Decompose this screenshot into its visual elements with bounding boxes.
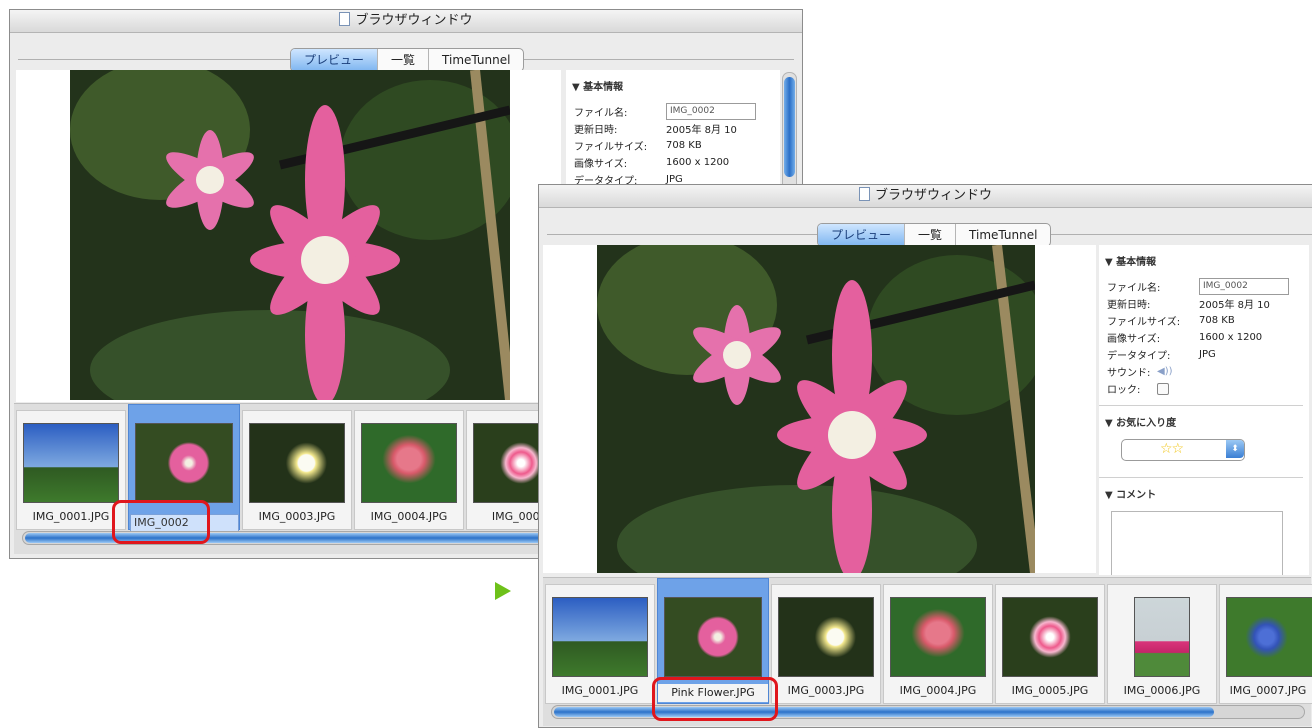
info-scroll-thumb[interactable] (784, 77, 795, 177)
preview-image (597, 245, 1047, 573)
lock-checkbox[interactable] (1157, 382, 1169, 395)
preview-area (543, 245, 1096, 573)
value-datatype: JPG (1199, 349, 1216, 360)
label-filesize: ファイルサイズ: (574, 142, 648, 153)
thumbnail-label: IMG_0007.JPG (1229, 684, 1307, 697)
label-filename: ファイル名: (574, 108, 628, 119)
value-imagesize: 1600 x 1200 (666, 157, 730, 168)
value-imagesize: 1600 x 1200 (1199, 332, 1263, 343)
label-lock: ロック: (1107, 385, 1141, 396)
thumbnail-item[interactable]: IMG_0001.JPG (16, 410, 126, 530)
highlight-box-after (652, 677, 778, 721)
section-comment: ▼ コメント (1105, 490, 1157, 501)
info-panel: ▼ 基本情報 ファイル名: IMG_0002 更新日時: 2005年 8月 10 フ… (566, 70, 780, 198)
document-icon (858, 187, 870, 201)
section-basic-info: ▼ 基本情報 (1105, 257, 1157, 268)
comment-textarea[interactable] (1111, 511, 1283, 575)
thumbnail-label: IMG_0003.JPG (787, 684, 865, 697)
value-filesize: 708 KB (666, 140, 702, 151)
tab-timetunnel[interactable]: TimeTunnel (429, 49, 523, 71)
transition-arrow-icon (495, 582, 511, 600)
value-filesize: 708 KB (1199, 315, 1235, 326)
view-tabs: プレビュー 一覧 TimeTunnel (290, 48, 525, 72)
thumbnail-item[interactable]: IMG_0003.JPG (242, 410, 352, 530)
thumbnail-item[interactable]: IMG_0001.JPG (545, 584, 655, 704)
window-title: ブラウザウィンドウ (355, 13, 473, 28)
window-titlebar[interactable]: ブラウザウィンドウ (539, 185, 1312, 208)
favorite-rating-select[interactable]: ☆☆ ⬍ (1121, 439, 1245, 461)
document-icon (339, 12, 351, 26)
tab-preview[interactable]: プレビュー (818, 224, 906, 246)
label-filesize: ファイルサイズ: (1107, 317, 1181, 328)
thumbnail-label: IMG_0005.JPG (1011, 684, 1089, 697)
thumbnail-label: IMG_0004.JPG (370, 510, 448, 523)
tab-preview[interactable]: プレビュー (291, 49, 379, 71)
thumbnail-label: IMG_0003.JPG (258, 510, 336, 523)
filename-field[interactable]: IMG_0002 (666, 103, 756, 120)
star-rating-icon: ☆☆ (1160, 441, 1184, 457)
flower-photo-graphic (597, 245, 1047, 573)
tab-list[interactable]: 一覧 (378, 49, 430, 71)
label-datatype: データタイプ: (1107, 351, 1171, 362)
window-title: ブラウザウィンドウ (874, 188, 992, 203)
value-modified: 2005年 8月 10 (666, 125, 737, 136)
browser-window-after: ブラウザウィンドウ プレビュー 一覧 TimeTunnel ▼ 基本情報 ファイ… (538, 184, 1312, 728)
thumbnail-item[interactable]: IMG_0007.JPG (1219, 584, 1312, 704)
thumbnail-label: IMG_0004.JPG (899, 684, 977, 697)
filename-field[interactable]: IMG_0002 (1199, 278, 1289, 295)
preview-image (70, 70, 520, 402)
section-favorite: ▼ お気に入り度 (1105, 418, 1177, 429)
thumbnail-item[interactable]: IMG_0003.JPG (771, 584, 881, 704)
tab-timetunnel[interactable]: TimeTunnel (956, 224, 1050, 246)
preview-area (16, 70, 561, 402)
label-imagesize: 画像サイズ: (574, 159, 628, 170)
value-modified: 2005年 8月 10 (1199, 300, 1270, 311)
chevron-updown-icon: ⬍ (1226, 440, 1244, 458)
flower-photo-graphic (70, 70, 520, 402)
thumbnail-item[interactable]: IMG_0006.JPG (1107, 584, 1217, 704)
thumbnail-item[interactable]: IMG_0004.JPG (354, 410, 464, 530)
info-scrollbar[interactable] (782, 72, 797, 194)
tab-list[interactable]: 一覧 (905, 224, 957, 246)
info-panel: ▼ 基本情報 ファイル名: IMG_0002 更新日時: 2005年 8月 10 フ… (1099, 245, 1309, 575)
section-basic-info: ▼ 基本情報 (572, 82, 624, 93)
label-modified: 更新日時: (1107, 300, 1151, 311)
thumbnail-label: IMG_0001.JPG (561, 684, 639, 697)
highlight-box-before (112, 500, 210, 544)
window-titlebar[interactable]: ブラウザウィンドウ (10, 10, 802, 33)
label-imagesize: 画像サイズ: (1107, 334, 1161, 345)
thumbnail-label: IMG_0006.JPG (1123, 684, 1201, 697)
label-modified: 更新日時: (574, 125, 618, 136)
view-tabs: プレビュー 一覧 TimeTunnel (817, 223, 1052, 247)
label-sound: サウンド: (1107, 368, 1151, 379)
thumbnail-label: IMG_0001.JPG (32, 510, 110, 523)
speaker-icon[interactable]: ◀)) (1157, 366, 1173, 377)
thumbnail-item[interactable]: IMG_0004.JPG (883, 584, 993, 704)
thumbnail-item[interactable]: IMG_0005.JPG (995, 584, 1105, 704)
label-filename: ファイル名: (1107, 283, 1161, 294)
